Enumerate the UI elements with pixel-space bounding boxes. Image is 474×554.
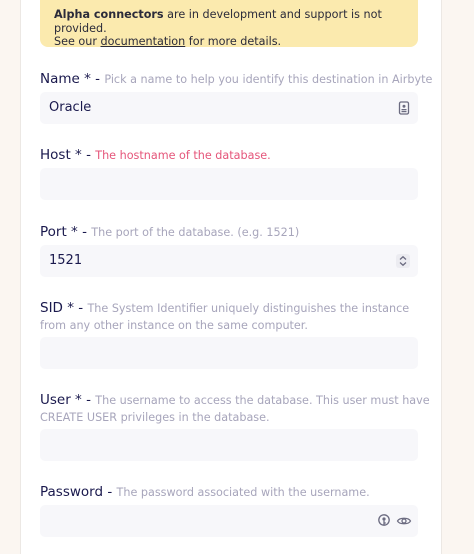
name-input-value: Oracle — [49, 100, 92, 115]
sid-field-label: SID * - The System Identifier uniquely d… — [40, 300, 430, 334]
sid-description: The System Identifier uniquely distingui… — [40, 302, 410, 332]
alert-line-1: Alpha connectors are in development and … — [54, 8, 404, 35]
eye-icon[interactable] — [396, 513, 412, 529]
password-field-label: Password - The password associated with … — [40, 484, 430, 501]
password-input[interactable] — [40, 505, 418, 537]
name-input[interactable]: Oracle — [40, 92, 418, 124]
destination-form-card: Alpha connectors are in development and … — [20, 0, 442, 554]
alert-bold: Alpha connectors — [54, 8, 164, 21]
port-input-value: 1521 — [49, 253, 83, 268]
user-label: User * - — [40, 392, 96, 408]
port-input[interactable]: 1521 — [40, 245, 418, 277]
alpha-connector-alert: Alpha connectors are in development and … — [40, 0, 418, 49]
stepper-icon[interactable] — [395, 253, 411, 269]
alert-line-2: See our documentation for more details. — [54, 35, 404, 49]
user-field-label: User * - The username to access the data… — [40, 392, 430, 426]
user-description: The username to access the database. Thi… — [40, 394, 430, 424]
sid-label: SID * - — [40, 300, 88, 316]
password-label: Password - — [40, 484, 117, 500]
sid-input[interactable] — [40, 337, 418, 369]
port-description: The port of the database. (e.g. 1521) — [91, 226, 300, 239]
host-description: The hostname of the database. — [95, 149, 271, 162]
alert-text-3: for more details. — [185, 35, 282, 48]
documentation-link[interactable]: documentation — [101, 35, 186, 48]
name-label: Name * - — [40, 71, 105, 87]
port-field-label: Port * - The port of the database. (e.g.… — [40, 224, 430, 241]
contact-card-icon[interactable] — [396, 100, 412, 116]
name-description: Pick a name to help you identify this de… — [104, 73, 433, 86]
host-label: Host * - — [40, 147, 96, 163]
alert-text-2: See our — [54, 35, 101, 48]
key-icon[interactable] — [376, 513, 392, 529]
user-input[interactable] — [40, 429, 418, 461]
host-input[interactable] — [40, 168, 418, 200]
port-label: Port * - — [40, 224, 92, 240]
password-description: The password associated with the usernam… — [116, 486, 370, 499]
host-field-label: Host * - The hostname of the database. — [40, 147, 430, 164]
name-field-label: Name * - Pick a name to help you identif… — [40, 71, 433, 88]
